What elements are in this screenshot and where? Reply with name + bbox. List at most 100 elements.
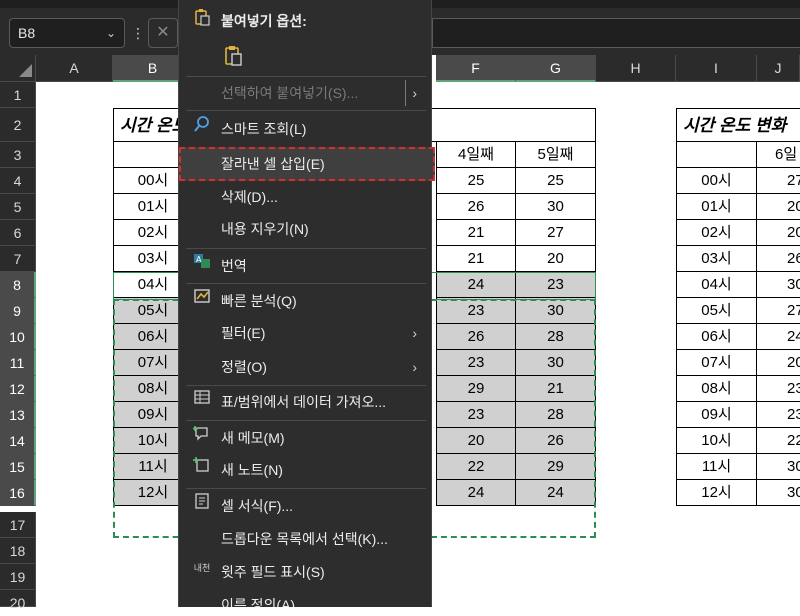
show-phonetic-item[interactable]: 내천 윗주 필드 표시(S)	[179, 557, 431, 587]
table2-day6-cell[interactable]: 30	[757, 480, 800, 506]
table2-day6-cell[interactable]: 30	[757, 454, 800, 480]
column-header-J[interactable]: J	[757, 55, 800, 82]
table1-day4-cell[interactable]: 23	[436, 350, 516, 376]
table2-header-J[interactable]: 6일	[757, 142, 800, 168]
table2-day6-cell[interactable]: 22	[757, 428, 800, 454]
row-header-3[interactable]: 3	[0, 142, 36, 168]
row-header-16[interactable]: 16	[0, 480, 36, 506]
table2-hour-cell[interactable]: 06시	[676, 324, 757, 350]
pick-from-dropdown-item[interactable]: 드롭다운 목록에서 선택(K)...	[179, 524, 431, 554]
table2-hour-cell[interactable]: 02시	[676, 220, 757, 246]
row-header-4[interactable]: 4	[0, 168, 36, 194]
table2-day6-cell[interactable]: 24	[757, 324, 800, 350]
table1-day4-cell[interactable]: 20	[436, 428, 516, 454]
table1-day5-cell[interactable]: 21	[516, 376, 596, 402]
translate-item[interactable]: A 번역	[179, 251, 431, 281]
table1-day5-cell[interactable]: 30	[516, 298, 596, 324]
table1-day5-cell[interactable]: 30	[516, 194, 596, 220]
column-header-G[interactable]: G	[516, 55, 596, 82]
table1-day5-cell[interactable]: 30	[516, 350, 596, 376]
table2-day6-cell[interactable]: 30	[757, 272, 800, 298]
row-header-18[interactable]: 18	[0, 538, 36, 564]
formula-input[interactable]	[432, 18, 800, 48]
table1-day5-cell[interactable]: 27	[516, 220, 596, 246]
table1-day5-cell[interactable]: 25	[516, 168, 596, 194]
chevron-down-icon[interactable]: ⌄	[106, 19, 116, 47]
clear-contents-item[interactable]: 내용 지우기(N)	[179, 214, 431, 244]
table2-hour-cell[interactable]: 10시	[676, 428, 757, 454]
table1-day5-cell[interactable]: 20	[516, 246, 596, 272]
row-header-6[interactable]: 6	[0, 220, 36, 246]
table1-day4-cell[interactable]: 26	[436, 324, 516, 350]
table1-day4-cell[interactable]: 23	[436, 402, 516, 428]
table1-day4-cell[interactable]: 24	[436, 272, 516, 298]
filter-item[interactable]: 필터(E) ›	[179, 318, 431, 348]
name-box[interactable]: B8 ⌄	[9, 18, 125, 48]
paste-special-item[interactable]: 선택하여 붙여넣기(S)... ›	[179, 80, 431, 106]
table1-day4-cell[interactable]: 24	[436, 480, 516, 506]
table1-day5-cell[interactable]: 24	[516, 480, 596, 506]
row-header-1[interactable]: 1	[0, 82, 36, 108]
row-header-15[interactable]: 15	[0, 454, 36, 480]
table2-hour-cell[interactable]: 12시	[676, 480, 757, 506]
table2-title[interactable]: 시간 온도 변화	[676, 108, 800, 142]
table1-header-G[interactable]: 5일째	[516, 142, 596, 168]
get-data-item[interactable]: 표/범위에서 데이터 가져오...	[179, 387, 431, 417]
cancel-button[interactable]: ✕	[148, 18, 178, 48]
table1-day4-cell[interactable]: 26	[436, 194, 516, 220]
table1-day5-cell[interactable]: 26	[516, 428, 596, 454]
row-header-13[interactable]: 13	[0, 402, 36, 428]
smart-lookup-item[interactable]: 스마트 조회(L)	[179, 114, 431, 144]
column-header-F[interactable]: F	[436, 55, 516, 82]
column-header-I[interactable]: I	[676, 55, 757, 82]
row-header-5[interactable]: 5	[0, 194, 36, 220]
table1-day4-cell[interactable]: 29	[436, 376, 516, 402]
row-header-12[interactable]: 12	[0, 376, 36, 402]
row-header-14[interactable]: 14	[0, 428, 36, 454]
row-header-20[interactable]: 20	[0, 590, 36, 611]
define-name-item[interactable]: 이름 정의(A)...	[179, 590, 431, 607]
table2-day6-cell[interactable]: 23	[757, 402, 800, 428]
column-header-H[interactable]: H	[596, 55, 676, 82]
table1-day4-cell[interactable]: 22	[436, 454, 516, 480]
table2-hour-cell[interactable]: 03시	[676, 246, 757, 272]
table2-day6-cell[interactable]: 23	[757, 376, 800, 402]
table2-day6-cell[interactable]: 27	[757, 168, 800, 194]
table1-day4-cell[interactable]: 25	[436, 168, 516, 194]
table2-hour-cell[interactable]: 07시	[676, 350, 757, 376]
table2-hour-cell[interactable]: 09시	[676, 402, 757, 428]
insert-cut-cells-item[interactable]: 잘라낸 셀 삽입(E)	[179, 149, 431, 179]
table2-day6-cell[interactable]: 20	[757, 194, 800, 220]
delete-item[interactable]: 삭제(D)...	[179, 182, 431, 212]
table2-hour-cell[interactable]: 08시	[676, 376, 757, 402]
row-header-11[interactable]: 11	[0, 350, 36, 376]
table2-hour-cell[interactable]: 01시	[676, 194, 757, 220]
row-header-17[interactable]: 17	[0, 512, 36, 538]
row-header-8[interactable]: 8	[0, 272, 36, 298]
row-header-9[interactable]: 9	[0, 298, 36, 324]
table2-hour-cell[interactable]: 04시	[676, 272, 757, 298]
table1-day5-cell[interactable]: 28	[516, 402, 596, 428]
sort-item[interactable]: 정렬(O) ›	[179, 352, 431, 382]
table2-day6-cell[interactable]: 26	[757, 246, 800, 272]
table2-hour-cell[interactable]: 11시	[676, 454, 757, 480]
table1-day4-cell[interactable]: 23	[436, 298, 516, 324]
more-options-icon[interactable]: ⋮	[131, 18, 145, 48]
table2-day6-cell[interactable]: 20	[757, 350, 800, 376]
table1-day5-cell[interactable]: 29	[516, 454, 596, 480]
column-header-A[interactable]: A	[36, 55, 113, 82]
format-cells-item[interactable]: 셀 서식(F)...	[179, 491, 431, 521]
table2-day6-cell[interactable]: 20	[757, 220, 800, 246]
table1-day5-cell[interactable]: 23	[516, 272, 596, 298]
table2-hour-cell[interactable]: 00시	[676, 168, 757, 194]
table2-hour-cell[interactable]: 05시	[676, 298, 757, 324]
table1-day5-cell[interactable]: 28	[516, 324, 596, 350]
table1-header-F[interactable]: 4일째	[436, 142, 516, 168]
row-header-10[interactable]: 10	[0, 324, 36, 350]
row-header-19[interactable]: 19	[0, 564, 36, 590]
paste-icon[interactable]	[222, 44, 246, 68]
table2-day6-cell[interactable]: 27	[757, 298, 800, 324]
new-note-item[interactable]: 새 노트(N)	[179, 455, 431, 485]
row-header-2[interactable]: 2	[0, 108, 36, 142]
row-header-7[interactable]: 7	[0, 246, 36, 272]
